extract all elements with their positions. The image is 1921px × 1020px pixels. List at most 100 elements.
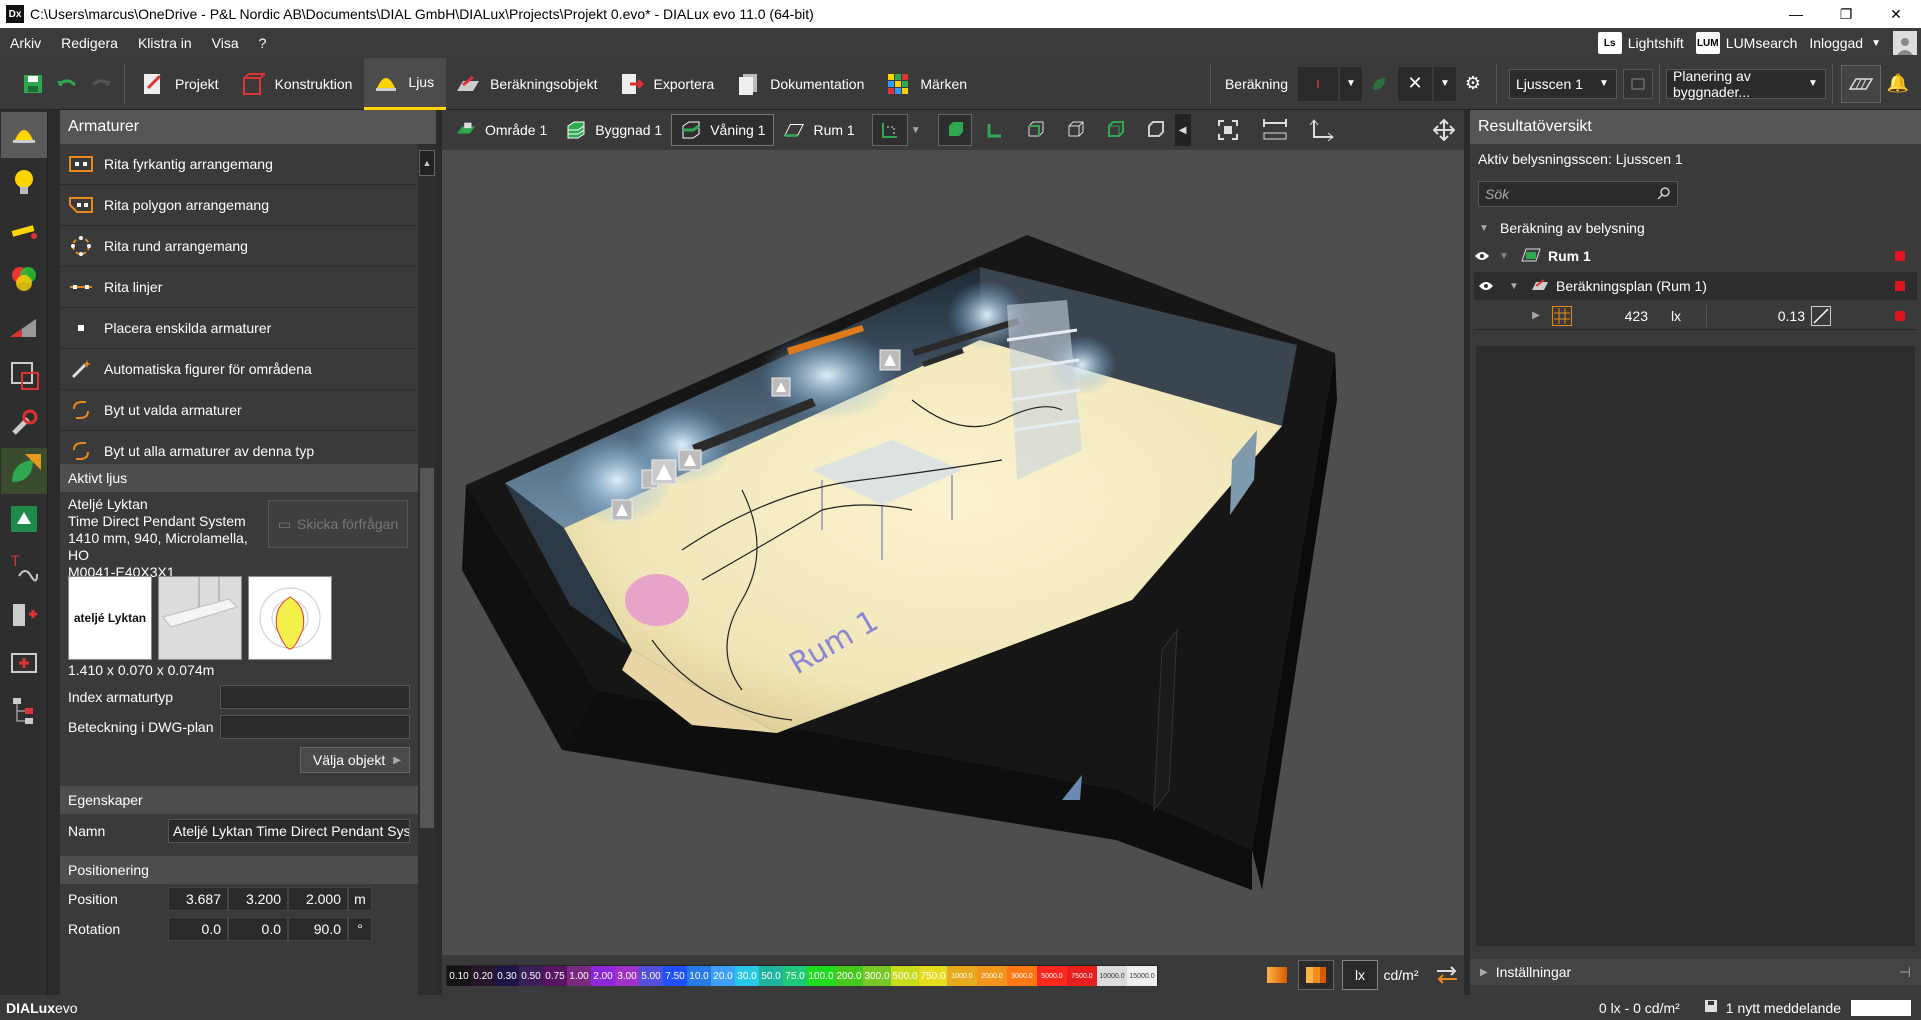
calc-dropdown-icon[interactable]: ▼ [1340,66,1362,101]
menu-visa[interactable]: Visa [202,35,249,51]
rotation-z-input[interactable]: 90.0 [288,917,348,941]
settings-bar[interactable]: ▶ Inställningar ⊣ [1470,959,1921,985]
move-view-icon[interactable] [1427,114,1461,146]
place-single-luminaires[interactable]: Placera enskilda armaturer [60,308,416,349]
view-cube-icon[interactable] [1138,114,1172,146]
message-count[interactable]: 1 nytt meddelande [1726,1000,1841,1016]
text-symbol-icon[interactable]: T [1,544,47,590]
wrench-icon[interactable] [1,400,47,446]
tab-exportera[interactable]: Exportera [610,58,727,110]
restore-button[interactable]: ❐ [1821,0,1871,28]
scroll-up-icon[interactable]: ▲ [419,150,435,176]
pin-icon[interactable]: ⊣ [1899,964,1911,981]
arrangement-scrollbar[interactable]: ▲ [418,144,436,464]
menu-arkiv[interactable]: Arkiv [0,35,51,51]
room-outline-icon[interactable] [871,114,908,146]
color-icon[interactable] [1,256,47,302]
draw-polygon-arrangement[interactable]: Rita polygon arrangemang [60,185,416,226]
chevron-down-icon[interactable]: ▼ [911,125,921,136]
search-field[interactable]: Sök [1478,181,1678,207]
menu-help[interactable]: ? [249,35,277,51]
view-solid-icon[interactable] [937,114,972,146]
tree-plane-row[interactable]: ▼ Beräkningsplan (Rum 1) [1474,272,1917,300]
axis-icon[interactable] [1305,114,1339,146]
redo-icon[interactable] [84,67,118,101]
swap-arrows-icon[interactable] [1430,960,1464,990]
floorplan-icon[interactable] [1841,64,1881,103]
search-input[interactable]: Sök [1485,186,1509,202]
tree-room-row[interactable]: ▼ Rum 1 [1470,242,1921,270]
index-input[interactable] [220,685,410,709]
gear-icon[interactable]: ⚙ [1456,67,1490,101]
tree-group-calc[interactable]: ▼ Beräkning av belysning [1470,214,1921,242]
draw-lines[interactable]: Rita linjer [60,267,416,308]
tab-ljus[interactable]: Ljus [364,57,447,110]
measure-icon[interactable] [1258,114,1292,146]
unit-lx-button[interactable]: lx [1342,960,1378,990]
tab-byggnad[interactable]: Byggnad 1 [556,114,671,146]
scene-render[interactable]: Rum 1 [442,150,1464,950]
cancel-dropdown-icon[interactable]: ▼ [1434,66,1456,101]
gradient-scale-icon[interactable] [1262,962,1292,988]
hierarchy-icon[interactable] [1,688,47,734]
dimming-icon[interactable] [1,304,47,350]
login-menu[interactable]: Inloggad ▼ [1809,35,1881,51]
menu-redigera[interactable]: Redigera [51,35,128,51]
send-request-button[interactable]: ▭ Skicka förfrågan [268,500,408,548]
draw-round-arrangement[interactable]: Rita rund arrangemang [60,226,416,267]
rotation-y-input[interactable]: 0.0 [228,917,288,941]
position-y-input[interactable]: 3.200 [228,887,288,911]
calc-start-button[interactable] [1298,66,1338,101]
minimize-button[interactable]: — [1771,0,1821,28]
notification-bell-icon[interactable]: 🔔 [1881,67,1915,101]
tab-vaning[interactable]: Våning 1 [671,114,775,146]
rotation-x-input[interactable]: 0.0 [168,917,228,941]
menu-klistra-in[interactable]: Klistra in [128,35,202,51]
luminaire-tool-icon[interactable] [1,112,47,158]
view-wireframe-icon[interactable] [1058,114,1092,146]
view-walls-icon[interactable] [1018,114,1052,146]
add-frame-icon[interactable] [1,640,47,686]
eye-icon[interactable] [1474,281,1498,291]
close-button[interactable]: ✕ [1871,0,1921,28]
draw-rectangular-arrangement[interactable]: Rita fyrkantig arrangemang [60,144,416,185]
automatic-figures[interactable]: Automatiska figurer för områdena [60,349,416,390]
collapse-left-icon[interactable]: ◀ [1174,114,1191,146]
unit-cd-button[interactable]: cd/m² [1378,960,1424,990]
tab-omrade[interactable]: Område 1 [446,114,556,146]
scene-settings-icon[interactable] [1623,68,1653,99]
tree-result-row[interactable]: ▶ 423 lx 0.13 [1474,302,1917,330]
insert-object-icon[interactable] [1,592,47,638]
properties-scrollbar[interactable] [418,464,436,995]
tab-konstruktion[interactable]: Konstruktion [231,58,365,110]
undo-icon[interactable] [50,67,84,101]
view-cube-green-icon[interactable] [1098,114,1132,146]
new-feature-leaf-icon[interactable] [1,448,47,494]
leaf-icon[interactable] [1362,67,1396,101]
emergency-light-icon[interactable] [1,496,47,542]
tab-projekt[interactable]: Projekt [131,58,231,110]
zoom-fit-icon[interactable] [1211,114,1245,146]
tab-berakningsobjekt[interactable]: Beräkningsobjekt [446,58,609,110]
avatar[interactable] [1893,31,1917,55]
eye-icon[interactable] [1470,251,1494,261]
room-arrange-icon[interactable] [1,352,47,398]
name-input[interactable]: Ateljé Lyktan Time Direct Pendant Syst [168,819,410,843]
dwg-input[interactable] [220,715,410,739]
lumsearch-button[interactable]: LUM LUMsearch [1695,32,1797,54]
aim-luminaire-icon[interactable] [1,208,47,254]
tab-dokumentation[interactable]: Dokumentation [726,58,876,110]
position-z-input[interactable]: 2.000 [288,887,348,911]
replace-selected-luminaires[interactable]: Byt ut valda armaturer [60,390,416,431]
position-x-input[interactable]: 3.687 [168,887,228,911]
lightshift-button[interactable]: Ls Lightshift [1597,32,1684,54]
light-bulb-icon[interactable] [1,160,47,206]
planning-select[interactable]: Planering av byggnader... ▼ [1666,68,1826,100]
light-scene-select[interactable]: Ljusscen 1 ▼ [1509,68,1617,99]
tab-marken[interactable]: Märken [876,58,979,110]
tab-rum[interactable]: Rum 1 [774,114,863,146]
cancel-calc-icon[interactable]: ✕ [1398,66,1432,101]
save-icon[interactable] [16,67,50,101]
view-floor-icon[interactable] [978,114,1012,146]
stepped-scale-icon[interactable] [1298,960,1334,990]
